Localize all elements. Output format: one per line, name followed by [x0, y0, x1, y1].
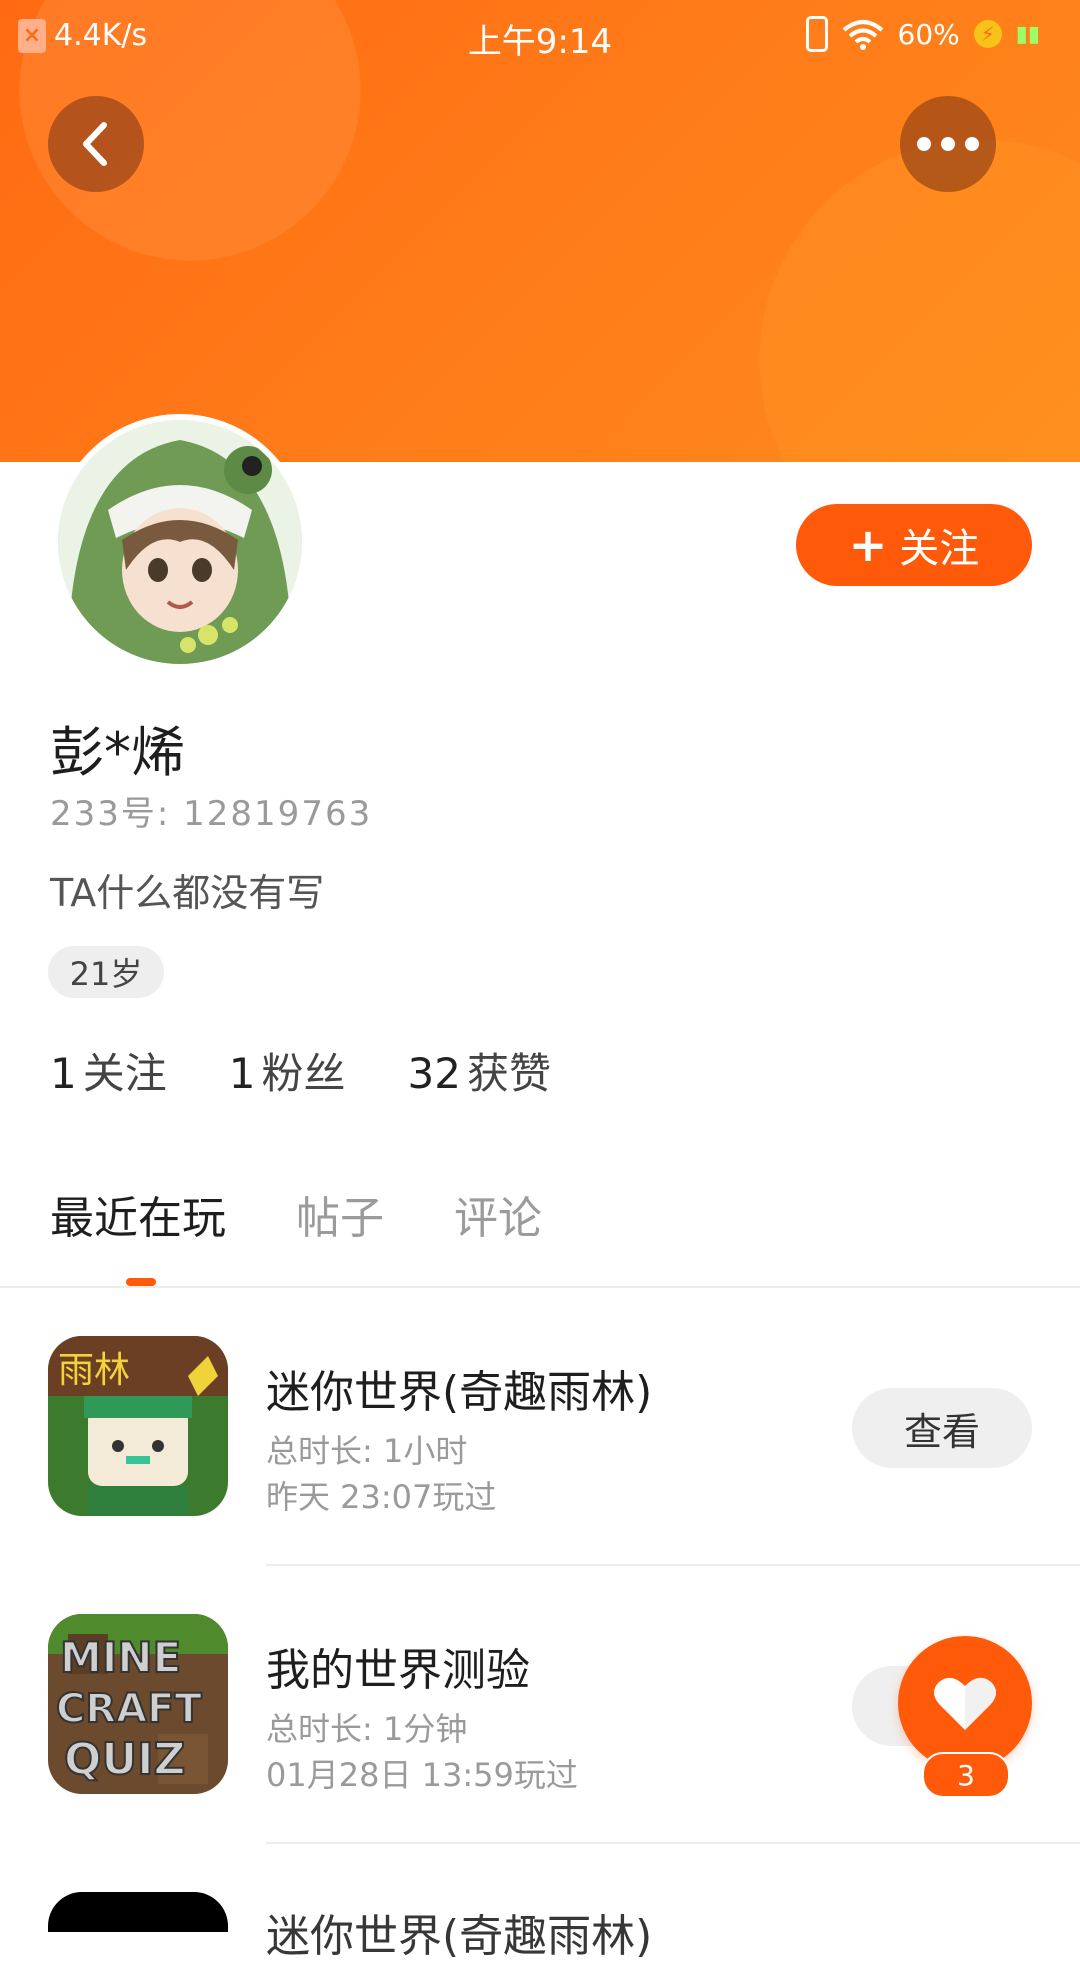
- stat-following[interactable]: 1 关注: [50, 1040, 167, 1101]
- row-divider: [266, 1564, 1080, 1566]
- svg-text:MINE: MINE: [60, 1633, 181, 1682]
- more-horizontal-icon: [917, 137, 979, 151]
- heart-icon: [934, 1677, 996, 1730]
- game-icon-mini-world: 雨林: [48, 1336, 228, 1516]
- user-id: 233号: 12819763: [50, 794, 373, 834]
- tab-recent-play[interactable]: 最近在玩: [50, 1182, 226, 1246]
- follow-button[interactable]: + 关注: [796, 504, 1032, 586]
- svg-text:CRAFT: CRAFT: [56, 1686, 202, 1732]
- game-icon-partial: [48, 1892, 228, 1932]
- charging-icon: ⚡: [973, 20, 1002, 48]
- game-last-played: 01月28日 13:59玩过: [266, 1756, 578, 1794]
- game-title: 我的世界测验: [266, 1645, 530, 1696]
- game-total-time: 总时长: 1小时: [266, 1432, 468, 1470]
- view-button[interactable]: 查看: [852, 1388, 1032, 1468]
- row-divider: [266, 1842, 1080, 1844]
- chevron-left-icon: [83, 122, 107, 166]
- follow-label: 关注: [899, 526, 980, 572]
- game-total-time: 总时长: 1分钟: [266, 1710, 468, 1748]
- game-title: 迷你世界(奇趣雨林): [266, 1367, 653, 1418]
- wifi-icon: [842, 20, 883, 50]
- game-last-played: 昨天 23:07玩过: [266, 1478, 497, 1516]
- avatar-image: [58, 420, 302, 664]
- game-icon-minecraft-quiz: MINE CRAFT QUIZ: [48, 1614, 228, 1794]
- svg-text:QUIZ: QUIZ: [64, 1734, 185, 1785]
- stat-followers[interactable]: 1 粉丝: [229, 1040, 346, 1101]
- back-button[interactable]: [48, 96, 144, 192]
- user-bio: TA什么都没有写: [50, 871, 325, 915]
- tab-comments[interactable]: 评论: [454, 1182, 542, 1246]
- battery-percent: 60%: [897, 17, 960, 51]
- tab-divider: [0, 1286, 1080, 1288]
- battery-icon: ▮▮: [1015, 21, 1040, 47]
- game-title-partial: 迷你世界(奇趣雨林): [266, 1911, 653, 1962]
- avatar[interactable]: [52, 414, 308, 670]
- status-right: 60% ⚡ ▮▮: [805, 16, 1040, 52]
- active-tab-indicator: [126, 1278, 156, 1286]
- stat-likes: 32 获赞: [408, 1040, 551, 1101]
- age-tag: 21岁: [48, 946, 164, 998]
- like-count-badge: 3: [922, 1752, 1010, 1798]
- more-button[interactable]: [900, 96, 996, 192]
- tab-bar: 最近在玩 帖子 评论: [50, 1182, 542, 1246]
- stat-followers-num: 1: [228, 1049, 256, 1098]
- stat-likes-label: 获赞: [466, 1049, 551, 1098]
- user-name: 彭*烯: [50, 721, 185, 784]
- plus-icon: +: [848, 518, 888, 572]
- tab-posts[interactable]: 帖子: [296, 1182, 384, 1246]
- stat-following-num: 1: [50, 1049, 77, 1098]
- stat-followers-label: 粉丝: [261, 1049, 346, 1098]
- stat-likes-num: 32: [407, 1049, 461, 1098]
- like-button[interactable]: [898, 1636, 1032, 1770]
- status-bar: × 4.4K/s 上午9:14 60% ⚡ ▮▮: [0, 0, 1080, 70]
- stats-row: 1 关注 1 粉丝 32 获赞: [50, 1040, 551, 1101]
- stat-following-label: 关注: [82, 1049, 167, 1098]
- vibrate-icon: [805, 16, 828, 52]
- game-list-item[interactable]: 雨林 迷你世界(奇趣雨林) 总时长: 1小时 昨天 23:07玩过 查看: [0, 1336, 1080, 1516]
- svg-text:雨林: 雨林: [58, 1350, 130, 1391]
- profile-header-banner: × 4.4K/s 上午9:14 60% ⚡ ▮▮: [0, 0, 1080, 462]
